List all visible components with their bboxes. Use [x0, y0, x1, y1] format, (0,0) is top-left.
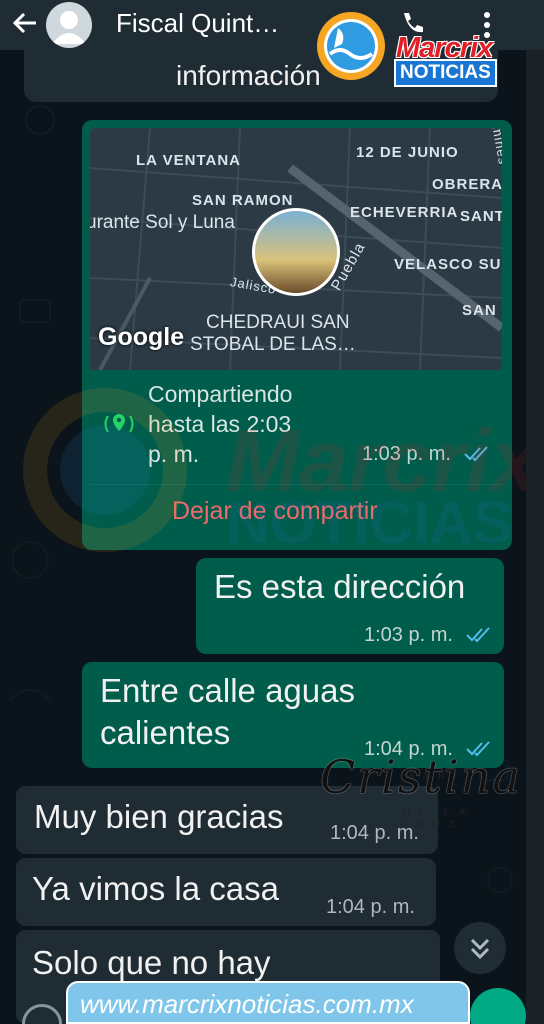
watermark-url: www.marcrixnoticias.com.mx: [80, 989, 414, 1019]
map-label: SANT: [460, 208, 502, 225]
chat-screen: información LA VENTANA 12 DE JUNIO OBRER…: [0, 0, 544, 1024]
map-label: STOBAL DE LAS…: [190, 334, 356, 355]
double-chevron-down-icon: [470, 938, 490, 960]
marcrix-logo: Marcrix NOTICIAS: [308, 6, 524, 87]
read-receipt-icon: [466, 627, 490, 643]
message-text: Es esta dirección: [214, 568, 466, 605]
map-label: SAN: [462, 302, 497, 319]
message-time: 1:03 p. m.: [362, 443, 451, 465]
location-map[interactable]: LA VENTANA 12 DE JUNIO OBRERA SAN RAMON …: [90, 128, 502, 370]
map-label: urante Sol y Luna: [90, 212, 235, 233]
message-text: Solo que no hay: [32, 944, 271, 981]
message-text: información: [176, 60, 321, 91]
map-label: CHEDRAUI SAN: [206, 312, 350, 333]
logo-sub-text: NOTICIAS: [394, 59, 497, 87]
map-label: ECHEVERRIA: [350, 204, 459, 221]
stop-sharing-button[interactable]: Dejar de compartir: [172, 497, 378, 526]
message-text: calientes: [100, 714, 231, 751]
message-time: 1:03 p. m.: [364, 624, 453, 646]
contact-name[interactable]: Fiscal Quint…: [116, 8, 279, 39]
google-logo: Google: [98, 323, 185, 351]
screen-edge: [526, 0, 544, 1024]
read-receipt-icon: [464, 446, 488, 462]
scroll-to-bottom-button[interactable]: [454, 922, 506, 974]
message-text: Muy bien gracias: [34, 798, 284, 835]
watermark-sun-logo: [23, 388, 187, 552]
arrow-left-icon[interactable]: [8, 6, 42, 40]
message-text: Entre calle aguas: [100, 672, 355, 709]
message-time: 1:04 p. m.: [326, 896, 415, 918]
map-label: LA VENTANA: [136, 152, 241, 169]
signature-watermark: Cristina: [320, 750, 522, 804]
message-text: Ya vimos la casa: [32, 870, 279, 907]
map-label: 12 DE JUNIO: [356, 144, 459, 161]
map-label: VELASCO SUA: [394, 256, 502, 273]
signature-watermark-bottom: DE LA CRUZ: [402, 806, 474, 830]
map-label: OBRERA: [432, 176, 502, 193]
contact-location-avatar: [252, 208, 340, 296]
map-label: SAN RAMON: [192, 192, 294, 209]
default-avatar-icon: [52, 11, 86, 44]
sun-logo-icon: [317, 12, 385, 80]
contact-avatar[interactable]: [46, 2, 92, 48]
watermark-url-banner: www.marcrixnoticias.com.mx: [66, 981, 470, 1024]
